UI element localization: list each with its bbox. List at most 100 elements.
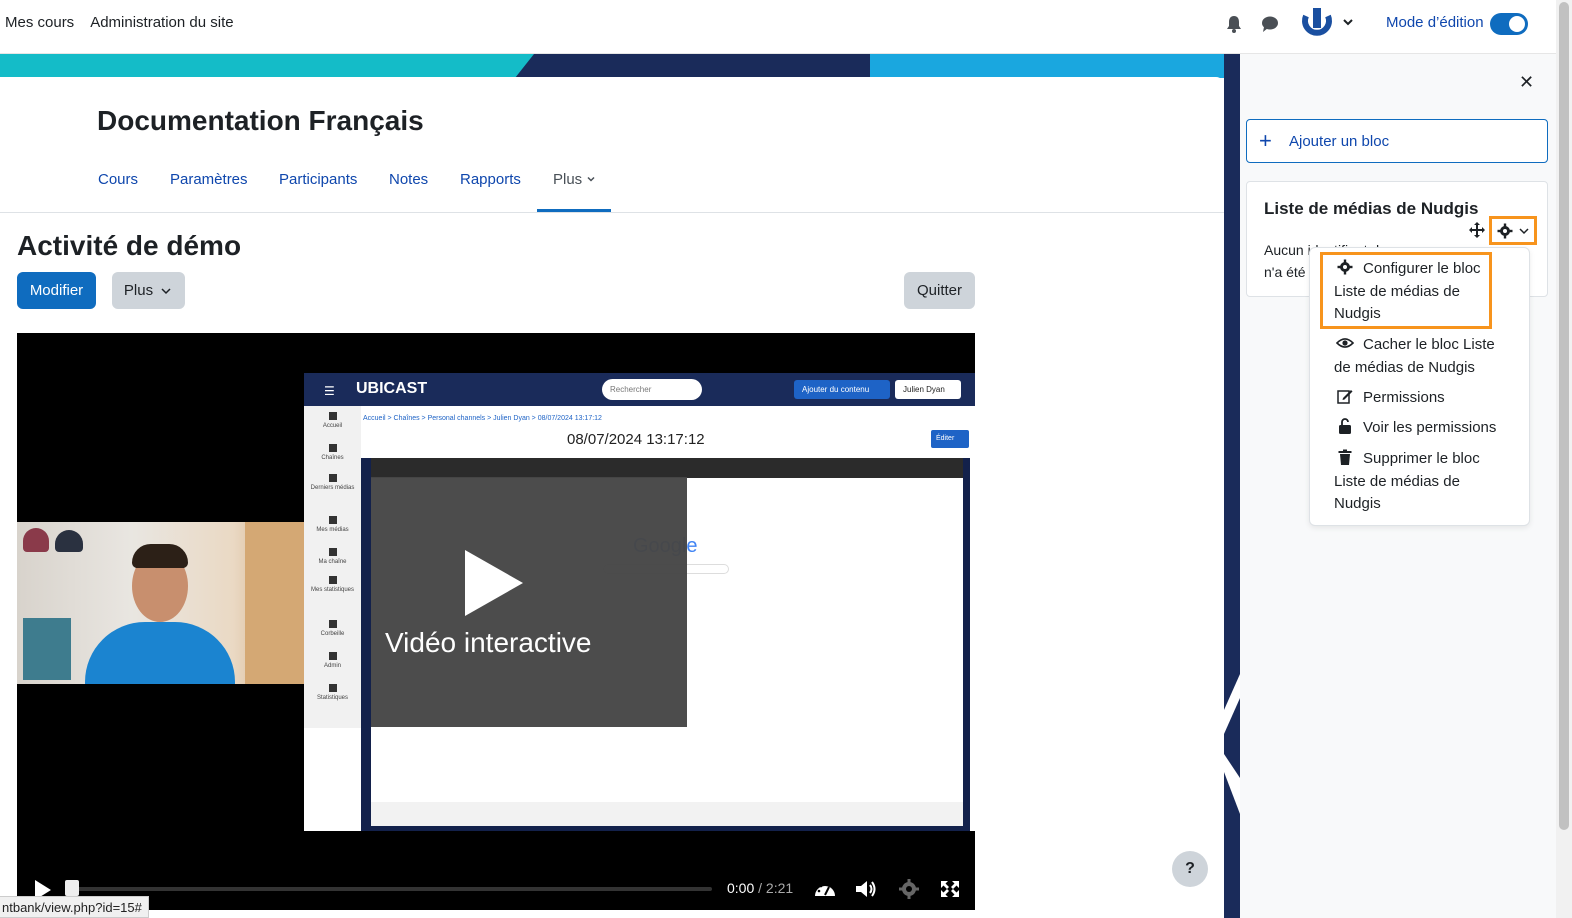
page-scrollbar[interactable] — [1556, 0, 1572, 918]
nav-mes-cours[interactable]: Mes cours — [5, 14, 74, 31]
ubicast-side-item: Mes statistiques — [304, 576, 361, 593]
tab-rapports[interactable]: Rapports — [460, 171, 521, 188]
menu-item-label: Cacher le bloc Liste de médias de Nudgis — [1334, 336, 1495, 376]
user-avatar-icon[interactable] — [1300, 6, 1334, 42]
plus-icon: + — [1259, 128, 1272, 153]
chevron-down-icon — [1519, 228, 1529, 235]
menu-item-label: Supprimer le bloc Liste de médias de Nud… — [1334, 450, 1480, 512]
tab-participants[interactable]: Participants — [279, 171, 357, 188]
quitter-button[interactable]: Quitter — [904, 272, 975, 309]
duration: 2:21 — [765, 880, 794, 896]
highlight-box — [1320, 252, 1492, 329]
player-controls: 0:00 / 2:21 — [17, 868, 975, 910]
time-separator: / — [754, 880, 766, 896]
close-icon[interactable]: ✕ — [1519, 72, 1534, 93]
course-banner — [0, 54, 1240, 78]
plus-menu-button[interactable]: Plus — [112, 272, 185, 309]
time-display: 0:00 / 2:21 — [727, 880, 793, 896]
ubicast-search: Rechercher — [602, 379, 702, 400]
scrollbar-thumb[interactable] — [1559, 2, 1569, 830]
ubicast-side-item: Corbeille — [304, 620, 361, 637]
nav-administration[interactable]: Administration du site — [90, 14, 233, 31]
banner-shape — [1224, 674, 1240, 734]
interactive-video-label: Vidéo interactive — [385, 627, 592, 658]
ubicast-user: Julien Dyan — [895, 380, 961, 399]
block-title: Liste de médias de Nudgis — [1264, 199, 1479, 218]
tab-notes[interactable]: Notes — [389, 171, 428, 188]
edit-mode-toggle[interactable] — [1490, 13, 1528, 35]
menu-item-delete[interactable]: Supprimer le bloc Liste de médias de Nud… — [1334, 448, 1510, 516]
unlock-icon — [1339, 418, 1351, 434]
webcam-shelf — [245, 522, 305, 684]
eye-icon — [1336, 338, 1354, 348]
ubicast-side-item: Ma chaîne — [304, 548, 361, 565]
add-block-button[interactable]: + Ajouter un bloc — [1246, 119, 1548, 163]
settings-icon[interactable] — [897, 878, 921, 900]
webcam-hat — [55, 530, 83, 552]
volume-icon[interactable] — [854, 878, 878, 900]
ubicast-side-item: Accueil — [304, 412, 361, 429]
move-icon[interactable] — [1469, 222, 1485, 238]
hamburger-icon: ☰ — [324, 384, 335, 398]
ubicast-side-item: Mes médias — [304, 516, 361, 533]
tab-plus-label: Plus — [553, 171, 583, 188]
ubicast-side-item: Admin — [304, 652, 361, 669]
edit-icon — [1337, 390, 1353, 404]
banner-shape — [870, 54, 1240, 78]
course-title: Documentation Français — [97, 105, 424, 136]
webcam-person-hair — [132, 544, 188, 568]
chat-icon[interactable] — [1261, 15, 1279, 33]
trash-icon — [1338, 449, 1352, 465]
active-tab-indicator — [537, 209, 611, 212]
current-time: 0:00 — [727, 880, 755, 896]
plus-menu-label: Plus — [123, 282, 154, 299]
banner-shape — [1224, 754, 1240, 814]
ubicast-logo: UBICAST — [356, 380, 428, 397]
ubicast-edit-button: Éditer — [931, 430, 969, 448]
video-player[interactable]: ☰ UBICAST Rechercher Ajouter du contenu … — [17, 333, 975, 910]
chevron-down-icon[interactable] — [1342, 16, 1354, 28]
activity-title: Activité de démo — [17, 230, 242, 261]
webcam-hat — [23, 528, 49, 552]
ubicast-sidebar: Accueil Chaînes Derniers médias Mes médi… — [304, 406, 361, 728]
fullscreen-icon[interactable] — [938, 878, 962, 900]
google-footer — [371, 802, 963, 826]
main-content: Documentation Français Cours Paramètres … — [0, 77, 1224, 918]
gear-icon — [1497, 223, 1513, 239]
tab-plus[interactable]: Plus — [553, 171, 596, 188]
progress-handle[interactable] — [65, 880, 79, 896]
menu-item-view-permissions[interactable]: Voir les permissions — [1334, 417, 1510, 440]
tab-parametres[interactable]: Paramètres — [170, 171, 248, 188]
help-button[interactable]: ? — [1172, 851, 1208, 887]
interactive-video-overlay[interactable]: Vidéo interactive — [371, 477, 687, 727]
speed-icon[interactable] — [813, 878, 837, 900]
ubicast-side-item: Chaînes — [304, 444, 361, 461]
bell-icon[interactable] — [1226, 15, 1242, 33]
progress-bar[interactable] — [72, 887, 712, 891]
menu-item-label: Permissions — [1363, 389, 1445, 406]
status-bar-url: ntbank/view.php?id=15# — [0, 896, 149, 918]
block-actions-button[interactable] — [1489, 216, 1537, 245]
modifier-button[interactable]: Modifier — [17, 272, 96, 309]
primary-nav: Mes cours Administration du site — [5, 14, 234, 31]
browser-chrome — [371, 458, 963, 478]
drawer-edge-decoration — [1224, 54, 1240, 918]
menu-item-permissions[interactable]: Permissions — [1334, 387, 1510, 410]
webcam-video — [17, 522, 305, 684]
ubicast-add-content: Ajouter du contenu — [794, 380, 890, 399]
menu-item-hide[interactable]: Cacher le bloc Liste de médias de Nudgis — [1334, 334, 1510, 379]
webcam-hats — [23, 528, 83, 554]
add-block-label: Ajouter un bloc — [1289, 133, 1390, 150]
ubicast-header: ☰ UBICAST Rechercher Ajouter du contenu … — [304, 373, 975, 406]
chevron-down-icon — [161, 287, 171, 294]
play-icon[interactable] — [465, 550, 523, 616]
top-navbar: Mes cours Administration du site Mode d’… — [0, 0, 1556, 54]
course-tabs: Cours Paramètres Participants Notes Rapp… — [0, 167, 1224, 213]
ubicast-breadcrumb: Accueil > Chaînes > Personal channels > … — [363, 415, 602, 422]
banner-shape — [515, 54, 895, 78]
tab-cours[interactable]: Cours — [98, 171, 138, 188]
webcam-portrait — [23, 618, 71, 680]
menu-item-label: Voir les permissions — [1363, 419, 1497, 436]
ubicast-media-title: 08/07/2024 13:17:12 — [567, 431, 705, 448]
ubicast-side-item: Derniers médias — [304, 474, 361, 491]
